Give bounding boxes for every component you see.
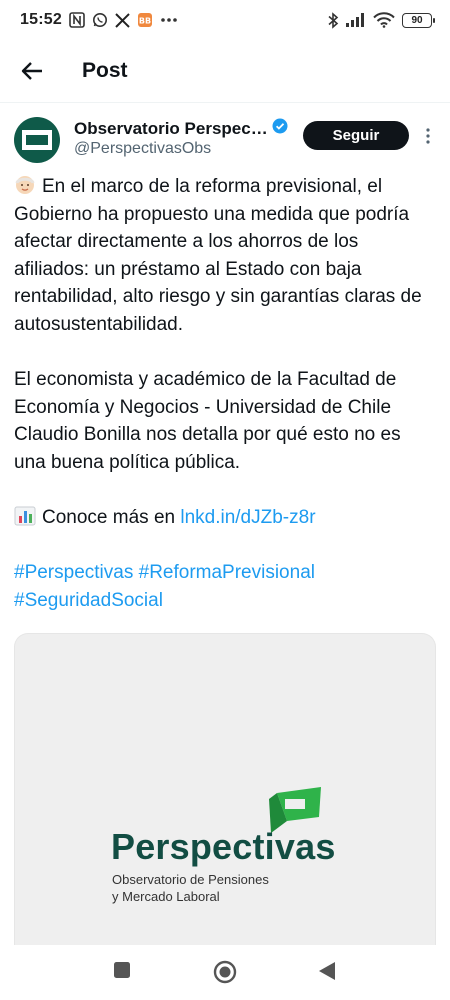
recents-button[interactable] bbox=[113, 961, 131, 979]
author-handle[interactable]: @PerspectivasObs bbox=[74, 140, 211, 158]
post-body: En el marco de la reforma previsional, e… bbox=[14, 173, 434, 615]
follow-button[interactable]: Seguir bbox=[303, 121, 409, 150]
author-name[interactable]: Observatorio Perspec… bbox=[74, 119, 268, 139]
system-nav-bar bbox=[0, 945, 450, 1000]
triangle-back-icon bbox=[319, 962, 335, 980]
svg-text:BB: BB bbox=[139, 17, 151, 26]
back-nav-button[interactable] bbox=[318, 961, 336, 981]
logo-subtitle-2: y Mercado Laboral bbox=[112, 889, 220, 904]
whatsapp-icon bbox=[92, 12, 108, 28]
more-dots-icon bbox=[160, 17, 178, 23]
status-time: 15:52 bbox=[20, 11, 62, 28]
hashtag-perspectivas[interactable]: #Perspectivas bbox=[14, 562, 133, 583]
signal-icon bbox=[346, 13, 366, 27]
old-man-emoji-icon bbox=[14, 175, 36, 195]
app-icon: BB bbox=[137, 12, 153, 28]
learn-more-text: Conoce más en bbox=[42, 507, 181, 529]
arrow-left-icon bbox=[21, 62, 42, 80]
status-bar: 15:52 BB 90 bbox=[0, 0, 450, 40]
bluetooth-icon bbox=[327, 11, 339, 29]
home-button[interactable] bbox=[213, 960, 237, 984]
post-author: Observatorio Perspec… @PerspectivasObs S… bbox=[0, 112, 450, 168]
logo-subtitle-1: Observatorio de Pensiones bbox=[112, 872, 269, 887]
more-vertical-icon bbox=[426, 128, 430, 144]
square-icon bbox=[114, 962, 130, 978]
back-button[interactable] bbox=[0, 40, 64, 103]
logo-wordmark: Perspectivas bbox=[111, 826, 336, 867]
battery-icon: 90 bbox=[402, 12, 435, 28]
bar-chart-emoji-icon bbox=[14, 506, 36, 526]
wifi-icon bbox=[373, 12, 395, 28]
perspectivas-logo-icon bbox=[22, 130, 52, 150]
post-link[interactable]: lnkd.in/dJZb-z8r bbox=[180, 507, 315, 528]
post-paragraph-2: El economista y académico de la Facultad… bbox=[14, 369, 401, 473]
more-options-button[interactable] bbox=[418, 124, 438, 148]
post-media-image[interactable]: Perspectivas Observatorio de Pensiones y… bbox=[14, 633, 436, 945]
post-paragraph-1: En el marco de la reforma previsional, e… bbox=[14, 173, 434, 339]
n-icon bbox=[69, 12, 85, 28]
post-paragraph-1-text: En el marco de la reforma previsional, e… bbox=[14, 176, 422, 335]
top-app-bar: Post bbox=[0, 40, 450, 103]
post-paragraph-3: Conoce más en lnkd.in/dJZb-z8r bbox=[14, 504, 434, 532]
hashtag-reforma-previsional[interactable]: #ReformaPrevisional bbox=[139, 562, 315, 583]
circle-home-icon bbox=[213, 960, 237, 984]
x-icon bbox=[115, 12, 130, 28]
avatar[interactable] bbox=[14, 117, 60, 163]
hashtag-seguridad-social[interactable]: #SeguridadSocial bbox=[14, 590, 163, 611]
post-hashtags: #Perspectivas #ReformaPrevisional #Segur… bbox=[14, 559, 434, 614]
verified-badge-icon bbox=[272, 118, 288, 139]
page-title: Post bbox=[82, 59, 128, 82]
